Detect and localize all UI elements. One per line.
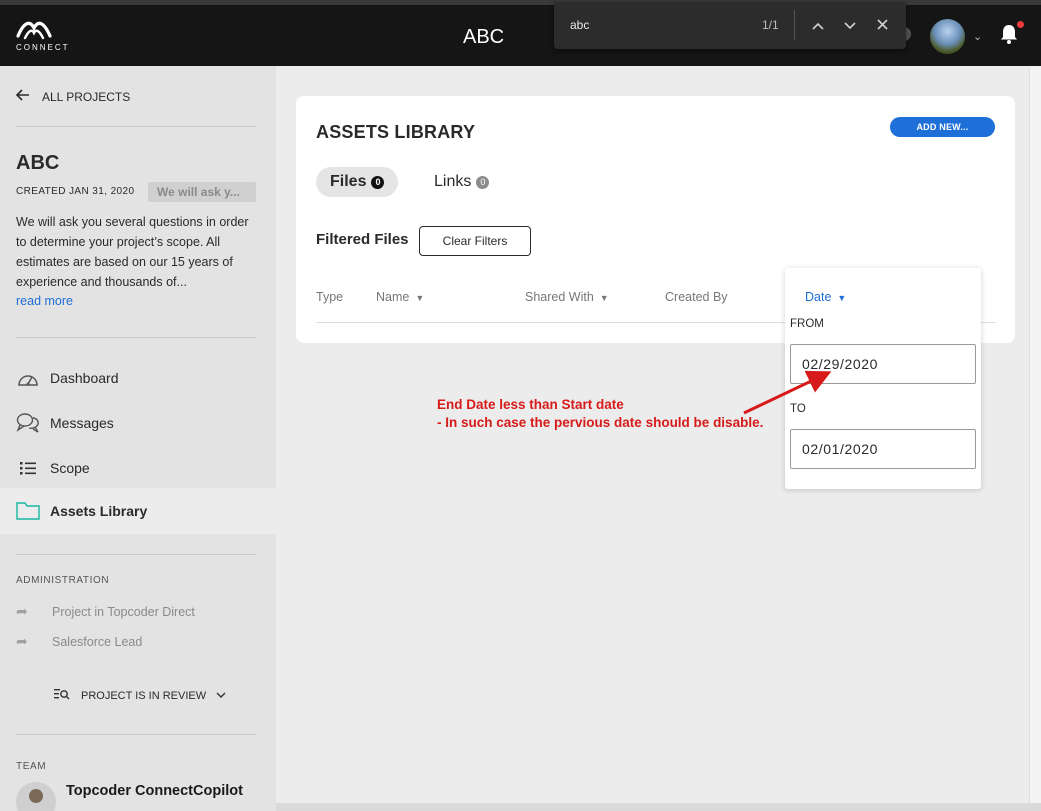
logo-text: CONNECT (16, 43, 70, 52)
clear-filters-button[interactable]: Clear Filters (419, 226, 531, 256)
admin-item-label: Project in Topcoder Direct (52, 604, 195, 619)
dashboard-icon (16, 367, 40, 389)
find-in-page-bar: abc 1/1 (554, 2, 906, 49)
sidebar-item-label: Scope (50, 460, 90, 476)
project-title: ABC (463, 26, 505, 48)
sidebar-item-assets-library[interactable]: Assets Library (16, 500, 147, 522)
project-status-dropdown[interactable]: PROJECT IS IN REVIEW (54, 688, 226, 703)
find-close-icon[interactable] (872, 15, 892, 35)
project-description: We will ask you several questions in ord… (16, 215, 249, 289)
messages-icon (16, 412, 40, 434)
project-summary-chip: We will ask y... (148, 182, 256, 202)
find-separator (794, 10, 795, 40)
find-next-icon[interactable] (840, 15, 860, 35)
admin-item-salesforce-lead[interactable]: ➦ Salesforce Lead (16, 633, 142, 650)
share-arrow-icon: ➦ (16, 603, 28, 619)
sidebar-item-label: Messages (50, 415, 114, 431)
column-header-date[interactable]: Date ▼ (805, 290, 846, 304)
find-input[interactable]: abc (570, 18, 589, 32)
tab-files[interactable]: Files 0 (316, 167, 399, 197)
page-scrollbar[interactable] (1029, 66, 1041, 811)
connect-logo-icon (16, 21, 52, 40)
created-date: CREATED JAN 31, 2020 (16, 186, 135, 197)
page-title: ASSETS LIBRARY (316, 122, 476, 142)
find-previous-icon[interactable] (808, 15, 828, 35)
sidebar-item-messages[interactable]: Messages (16, 412, 114, 434)
share-arrow-icon: ➦ (16, 633, 28, 649)
chevron-down-icon: ▼ (415, 293, 425, 303)
review-search-icon (54, 688, 72, 703)
filtered-files-heading: Filtered Files (316, 231, 409, 248)
sidebar-divider (16, 126, 256, 127)
team-heading: TEAM (16, 761, 47, 772)
sidebar-item-label: Dashboard (50, 370, 119, 386)
sidebar-item-label: Assets Library (50, 503, 148, 519)
notification-bell-icon[interactable] (1000, 24, 1018, 44)
column-header-shared-with[interactable]: Shared With ▼ (525, 290, 609, 304)
bottom-taskbar-edge (276, 803, 1041, 811)
annotation-line: - In such case the pervious date should … (437, 415, 764, 430)
tab-links[interactable]: Links 0 (420, 167, 503, 197)
tab-label: Links (434, 173, 472, 190)
annotation-line: End Date less than Start date (437, 397, 624, 412)
column-header-type: Type (316, 290, 344, 304)
column-header-label: Date (805, 290, 832, 304)
sidebar-divider (16, 554, 256, 555)
read-more-link[interactable]: read more (16, 294, 73, 308)
sidebar-divider (16, 734, 256, 735)
tab-count-badge: 0 (371, 175, 385, 189)
all-projects-link[interactable]: ALL PROJECTS (15, 88, 131, 105)
tab-label: Files (330, 173, 367, 190)
team-member-name[interactable]: Topcoder ConnectCopilot (66, 783, 243, 799)
annotation-text: End Date less than Start date - In such … (437, 396, 763, 432)
column-header-label: Name (376, 290, 410, 304)
chevron-down-icon (216, 690, 226, 701)
column-header-name[interactable]: Name ▼ (376, 290, 424, 304)
chevron-down-icon[interactable]: ⌄ (973, 30, 982, 43)
sidebar-item-dashboard[interactable]: Dashboard (16, 367, 119, 389)
admin-item-topcoder-direct[interactable]: ➦ Project in Topcoder Direct (16, 603, 195, 620)
administration-heading: ADMINISTRATION (16, 575, 110, 586)
date-filter-popover: Date ▼ FROM 02/29/2020 TO 02/01/2020 (785, 268, 981, 489)
from-label: FROM (790, 318, 824, 330)
all-projects-label: ALL PROJECTS (42, 89, 131, 104)
notification-badge (1017, 21, 1024, 28)
from-date-field[interactable]: 02/29/2020 (790, 344, 976, 384)
to-date-field[interactable]: 02/01/2020 (790, 429, 976, 469)
sidebar-divider (16, 337, 256, 338)
sidebar-item-scope[interactable]: Scope (16, 457, 90, 479)
column-header-label: Shared With (525, 290, 594, 304)
add-new-button[interactable]: ADD NEW... (890, 117, 995, 137)
chevron-down-icon: ▼ (837, 293, 847, 303)
scope-icon (16, 457, 40, 479)
folder-icon (16, 500, 40, 522)
project-status-label: PROJECT IS IN REVIEW (81, 689, 207, 702)
tab-count-badge: 0 (476, 175, 490, 189)
arrow-left-icon (15, 88, 32, 105)
find-match-count: 1/1 (762, 18, 779, 32)
chevron-down-icon: ▼ (599, 293, 609, 303)
admin-item-label: Salesforce Lead (52, 634, 143, 649)
user-avatar[interactable] (930, 19, 965, 54)
project-name: ABC (16, 152, 60, 174)
sidebar: ALL PROJECTS ABC CREATED JAN 31, 2020 We… (0, 66, 276, 811)
to-label: TO (790, 403, 806, 415)
column-header-created-by: Created By (665, 290, 728, 304)
